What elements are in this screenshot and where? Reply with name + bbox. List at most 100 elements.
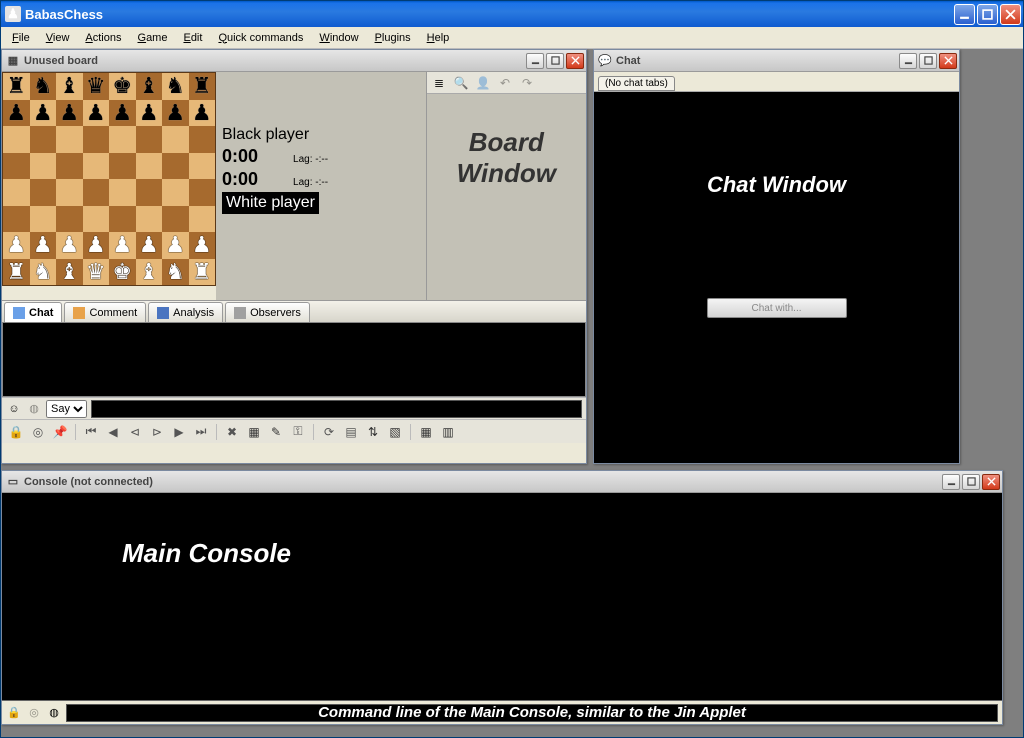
board-square[interactable]: ♟ bbox=[83, 232, 110, 259]
board-square[interactable]: ♛ bbox=[83, 259, 110, 286]
tool-target-icon[interactable]: ◎ bbox=[28, 423, 48, 441]
black-piece[interactable]: ♟ bbox=[33, 102, 53, 124]
globe-icon[interactable]: ◍ bbox=[26, 401, 42, 417]
board-square[interactable]: ♛ bbox=[83, 73, 110, 100]
tab-comment[interactable]: Comment bbox=[64, 302, 146, 322]
board-square[interactable] bbox=[189, 179, 216, 206]
white-piece[interactable]: ♛ bbox=[86, 261, 106, 283]
search-icon[interactable]: 🔍 bbox=[453, 75, 469, 91]
white-piece[interactable]: ♞ bbox=[165, 261, 185, 283]
board-square[interactable]: ♞ bbox=[162, 259, 189, 286]
black-piece[interactable]: ♚ bbox=[112, 75, 132, 97]
board-max-button[interactable] bbox=[546, 53, 564, 69]
tool-book-icon[interactable]: ▤ bbox=[341, 423, 361, 441]
black-piece[interactable]: ♟ bbox=[86, 102, 106, 124]
nav-first-icon[interactable]: ⏮ bbox=[81, 423, 101, 441]
menu-view[interactable]: View bbox=[39, 30, 77, 46]
board-square[interactable]: ♜ bbox=[189, 259, 216, 286]
menu-plugins[interactable]: Plugins bbox=[368, 30, 418, 46]
smiley-icon[interactable]: ☺ bbox=[6, 401, 22, 417]
white-piece[interactable]: ♟ bbox=[33, 234, 53, 256]
console-min-button[interactable] bbox=[942, 474, 960, 490]
menu-file[interactable]: File bbox=[5, 30, 37, 46]
board-square[interactable]: ♟ bbox=[189, 100, 216, 127]
console-globe-icon[interactable]: ◍ bbox=[46, 705, 62, 721]
board-square[interactable] bbox=[3, 206, 30, 233]
app-close-button[interactable] bbox=[1000, 4, 1021, 25]
board-square[interactable] bbox=[83, 179, 110, 206]
white-piece[interactable]: ♟ bbox=[192, 234, 212, 256]
board-square[interactable]: ♟ bbox=[56, 232, 83, 259]
board-square[interactable]: ♜ bbox=[3, 73, 30, 100]
black-piece[interactable]: ♟ bbox=[6, 102, 26, 124]
app-maximize-button[interactable] bbox=[977, 4, 998, 25]
board-square[interactable]: ♟ bbox=[56, 100, 83, 127]
board-square[interactable] bbox=[109, 126, 136, 153]
chat-window-titlebar[interactable]: 💬 Chat bbox=[594, 50, 959, 72]
board-square[interactable]: ♟ bbox=[30, 232, 57, 259]
tool-cancel-icon[interactable]: ✖ bbox=[222, 423, 242, 441]
board-square[interactable]: ♟ bbox=[162, 232, 189, 259]
nav-last-icon[interactable]: ⏭ bbox=[191, 423, 211, 441]
menu-help[interactable]: Help bbox=[420, 30, 457, 46]
chat-min-button[interactable] bbox=[899, 53, 917, 69]
chat-with-button[interactable]: Chat with... bbox=[707, 298, 847, 318]
nav-prev-icon[interactable]: ◀ bbox=[103, 423, 123, 441]
board-square[interactable] bbox=[162, 206, 189, 233]
tool-swap-icon[interactable]: ⇅ bbox=[363, 423, 383, 441]
board-square[interactable] bbox=[109, 179, 136, 206]
white-piece[interactable]: ♟ bbox=[112, 234, 132, 256]
board-square[interactable] bbox=[83, 153, 110, 180]
board-square[interactable]: ♟ bbox=[3, 100, 30, 127]
list-icon[interactable]: ≣ bbox=[431, 75, 447, 91]
board-square[interactable]: ♞ bbox=[30, 259, 57, 286]
board-square[interactable] bbox=[162, 153, 189, 180]
black-piece[interactable]: ♛ bbox=[86, 75, 106, 97]
say-input[interactable] bbox=[91, 400, 582, 418]
board-square[interactable] bbox=[136, 153, 163, 180]
menu-window[interactable]: Window bbox=[312, 30, 365, 46]
board-chat-area[interactable] bbox=[2, 322, 586, 397]
board-square[interactable] bbox=[109, 206, 136, 233]
tool-board-a-icon[interactable]: ▦ bbox=[244, 423, 264, 441]
tool-window-icon[interactable]: ▥ bbox=[438, 423, 458, 441]
board-close-button[interactable] bbox=[566, 53, 584, 69]
board-square[interactable]: ♝ bbox=[56, 73, 83, 100]
console-cmd-label[interactable]: Command line of the Main Console, simila… bbox=[66, 704, 998, 722]
undo-icon[interactable]: ↶ bbox=[497, 75, 513, 91]
black-piece[interactable]: ♜ bbox=[192, 75, 212, 97]
white-piece[interactable]: ♜ bbox=[192, 261, 212, 283]
board-square[interactable] bbox=[56, 206, 83, 233]
tool-lock-icon[interactable]: 🔒 bbox=[6, 423, 26, 441]
tool-edit-icon[interactable]: ✎ bbox=[266, 423, 286, 441]
chat-close-button[interactable] bbox=[939, 53, 957, 69]
board-square[interactable] bbox=[162, 179, 189, 206]
white-piece[interactable]: ♚ bbox=[112, 261, 132, 283]
board-square[interactable]: ♟ bbox=[30, 100, 57, 127]
chat-tab-none[interactable]: (No chat tabs) bbox=[598, 76, 675, 91]
menu-quick-commands[interactable]: Quick commands bbox=[211, 30, 310, 46]
console-max-button[interactable] bbox=[962, 474, 980, 490]
board-square[interactable] bbox=[56, 153, 83, 180]
board-square[interactable] bbox=[30, 153, 57, 180]
nav-step-back-icon[interactable]: ⊲ bbox=[125, 423, 145, 441]
board-square[interactable] bbox=[189, 126, 216, 153]
board-square[interactable]: ♜ bbox=[3, 259, 30, 286]
white-piece[interactable]: ♟ bbox=[139, 234, 159, 256]
board-square[interactable] bbox=[189, 153, 216, 180]
board-square[interactable] bbox=[30, 179, 57, 206]
board-square[interactable]: ♝ bbox=[136, 259, 163, 286]
board-square[interactable] bbox=[30, 206, 57, 233]
black-piece[interactable]: ♝ bbox=[139, 75, 159, 97]
board-window-titlebar[interactable]: ▦ Unused board bbox=[2, 50, 586, 72]
chat-max-button[interactable] bbox=[919, 53, 937, 69]
board-square[interactable]: ♚ bbox=[109, 73, 136, 100]
console-lock-icon[interactable]: 🔒 bbox=[6, 705, 22, 721]
board-square[interactable] bbox=[83, 126, 110, 153]
board-square[interactable]: ♞ bbox=[162, 73, 189, 100]
black-piece[interactable]: ♟ bbox=[59, 102, 79, 124]
board-square[interactable]: ♝ bbox=[136, 73, 163, 100]
board-square[interactable]: ♟ bbox=[109, 100, 136, 127]
tool-pin-icon[interactable]: 📌 bbox=[50, 423, 70, 441]
board-square[interactable] bbox=[136, 126, 163, 153]
